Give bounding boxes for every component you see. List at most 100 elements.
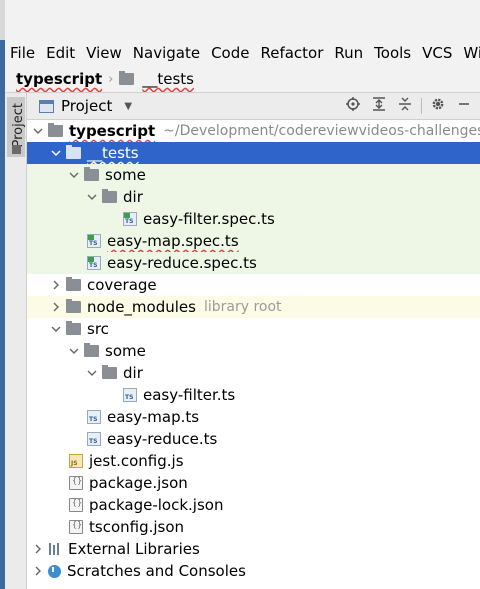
tree-node-easy-reduce-spec[interactable]: TS easy-reduce.spec.ts (27, 252, 480, 274)
chevron-down-icon[interactable] (87, 192, 97, 202)
project-tool-tab[interactable]: Project (7, 97, 26, 157)
tree-node-src-dir[interactable]: dir (27, 362, 480, 384)
menu-run[interactable]: Run (334, 44, 363, 62)
tree-node-external-libraries[interactable]: External Libraries (27, 538, 480, 560)
menu-bar: File Edit View Navigate Code Refactor Ru… (5, 40, 480, 66)
project-tool-icon (12, 145, 21, 154)
tree-node-src[interactable]: src (27, 318, 480, 340)
tree-label-src-easy-filter: easy-filter.ts (143, 386, 236, 404)
folder-icon (66, 145, 81, 159)
collapse-all-icon[interactable] (395, 97, 415, 115)
tree-label-tsconfig: tsconfig.json (89, 518, 185, 536)
toolbar-divider (421, 98, 422, 114)
tree-node-easy-map-spec[interactable]: TS easy-map.spec.ts (27, 230, 480, 252)
tree-label-src-easy-reduce: easy-reduce.ts (107, 430, 218, 448)
json-file-icon (69, 498, 83, 512)
tree-node-package-json[interactable]: package.json (27, 472, 480, 494)
tree-node-scratches[interactable]: Scratches and Consoles (27, 560, 480, 582)
tree-label-src-some: some (105, 342, 146, 360)
tree-label-src: src (87, 320, 109, 338)
tree-label-package-lock: package-lock.json (89, 496, 224, 514)
menu-navigate[interactable]: Navigate (133, 44, 200, 62)
locate-icon[interactable] (343, 97, 363, 115)
folder-icon (84, 343, 99, 357)
tree-root-path: ~/Development/codereviewvideos-challenge… (163, 123, 480, 139)
folder-icon (66, 321, 81, 335)
tree-node-node-modules[interactable]: node_modules library root (27, 296, 480, 318)
view-selector-caret-icon[interactable]: ▼ (124, 101, 132, 112)
tree-node-jest-config[interactable]: JS jest.config.js (27, 450, 480, 472)
tree-label-tests-some: some (105, 166, 146, 184)
typescript-test-file-icon: TS (87, 234, 101, 248)
tree-node-modules-hint: library root (203, 299, 282, 315)
breadcrumb-root[interactable]: typescript (16, 70, 102, 88)
menu-tools[interactable]: Tools (374, 44, 411, 62)
folder-icon (102, 365, 117, 379)
project-tool-tab-label: Project (11, 103, 26, 148)
typescript-file-icon: TS (123, 388, 137, 402)
folder-icon (66, 299, 81, 313)
folder-icon (119, 71, 135, 85)
tree-node-easy-filter-spec[interactable]: TS easy-filter.spec.ts (27, 208, 480, 230)
tree-node-tsconfig[interactable]: tsconfig.json (27, 516, 480, 538)
tree-label-easy-reduce-spec: easy-reduce.spec.ts (107, 254, 257, 272)
breadcrumb-separator-icon: › (108, 71, 114, 87)
tree-label-package-json: package.json (89, 474, 188, 492)
chevron-down-icon[interactable] (51, 324, 61, 334)
tree-label-node-modules: node_modules (87, 298, 196, 316)
tree-label-easy-filter-spec: easy-filter.spec.ts (143, 210, 275, 228)
chevron-right-icon[interactable] (33, 566, 43, 576)
json-file-icon (69, 476, 83, 490)
folder-icon (102, 189, 117, 203)
chevron-right-icon[interactable] (51, 280, 61, 290)
chevron-down-icon[interactable] (33, 126, 43, 136)
tree-node-package-lock[interactable]: package-lock.json (27, 494, 480, 516)
menu-window[interactable]: Win (463, 44, 480, 62)
tree-node-src-easy-map[interactable]: TS easy-map.ts (27, 406, 480, 428)
tree-node-src-easy-reduce[interactable]: TS easy-reduce.ts (27, 428, 480, 450)
tree-label-src-easy-map: easy-map.ts (107, 408, 200, 426)
scratches-icon (48, 564, 61, 578)
tree-label-src-dir: dir (123, 364, 143, 382)
tree-node-src-some[interactable]: some (27, 340, 480, 362)
chevron-down-icon[interactable] (51, 148, 61, 158)
panel-toolbar (343, 93, 480, 119)
breadcrumb: typescript › __tests (5, 66, 480, 93)
tree-node-coverage[interactable]: coverage (27, 274, 480, 296)
json-file-icon (69, 520, 83, 534)
project-window-icon (39, 99, 54, 113)
menu-refactor[interactable]: Refactor (260, 44, 323, 62)
panel-title[interactable]: Project (61, 97, 112, 115)
chevron-right-icon[interactable] (33, 544, 43, 554)
menu-view[interactable]: View (86, 44, 122, 62)
chevron-down-icon[interactable] (69, 346, 79, 356)
breadcrumb-tests[interactable]: __tests (142, 70, 194, 88)
tree-node-tests-dir[interactable]: dir (27, 186, 480, 208)
tree-node-tests[interactable]: __tests (27, 142, 480, 164)
typescript-test-file-icon: TS (123, 212, 137, 226)
menu-edit[interactable]: Edit (46, 44, 75, 62)
tree-label-external-libraries: External Libraries (68, 540, 200, 558)
chevron-down-icon[interactable] (87, 368, 97, 378)
menu-vcs[interactable]: VCS (422, 44, 452, 62)
folder-icon (48, 123, 63, 137)
typescript-test-file-icon: TS (87, 256, 101, 270)
menu-code[interactable]: Code (211, 44, 249, 62)
expand-all-icon[interactable] (369, 97, 389, 115)
tree-label-easy-map-spec: easy-map.spec.ts (107, 232, 239, 250)
typescript-file-icon: TS (87, 432, 101, 446)
tree-label-jest-config: jest.config.js (89, 452, 184, 470)
gear-icon[interactable] (428, 97, 448, 115)
tree-node-tests-some[interactable]: some (27, 164, 480, 186)
minimize-icon[interactable] (454, 97, 474, 115)
tree-node-src-easy-filter[interactable]: TS easy-filter.ts (27, 384, 480, 406)
chevron-down-icon[interactable] (69, 170, 79, 180)
title-bar (5, 0, 480, 40)
tree-node-root[interactable]: typescript ~/Development/codereviewvideo… (27, 120, 480, 142)
library-icon (48, 543, 62, 555)
folder-icon (84, 167, 99, 181)
chevron-right-icon[interactable] (51, 302, 61, 312)
project-panel-header: Project ▼ (27, 93, 480, 120)
menu-file[interactable]: File (10, 44, 35, 62)
tree-label-tests: __tests (87, 144, 139, 162)
